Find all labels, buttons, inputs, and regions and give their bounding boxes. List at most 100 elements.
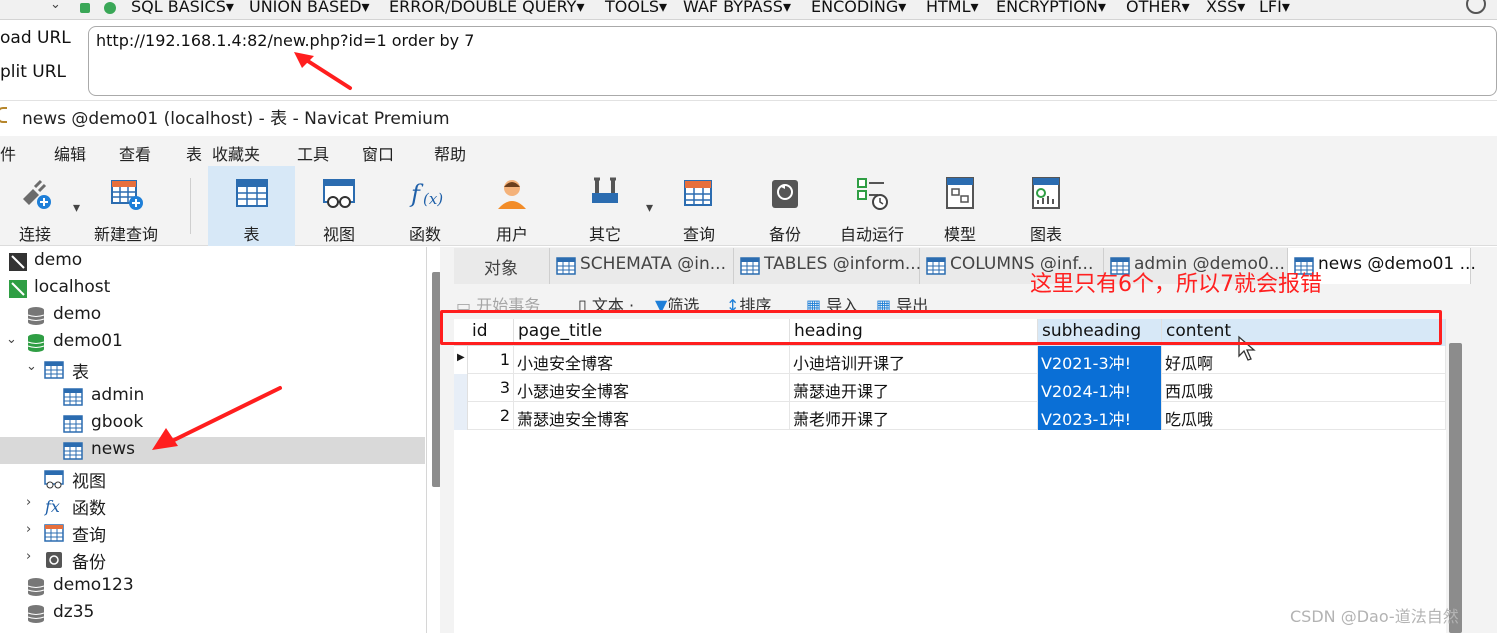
tree-item-queries[interactable]: › 查询	[0, 519, 425, 546]
chevron-right-icon[interactable]: ›	[26, 522, 31, 537]
green-dot-icon	[104, 2, 116, 14]
function-icon: f (x)	[409, 180, 443, 208]
table-icon	[740, 257, 760, 275]
cell-page-title[interactable]: 小迪安全博客	[514, 346, 790, 374]
row-selector[interactable]	[454, 402, 468, 430]
tree-item-label: demo	[53, 304, 102, 324]
hb-menu-other[interactable]: OTHER▾	[1126, 0, 1190, 16]
cell-content[interactable]: 好瓜啊	[1162, 346, 1446, 374]
row-selector[interactable]	[454, 374, 468, 402]
tree-item-localhost[interactable]: localhost	[0, 275, 425, 302]
row-selector[interactable]: ▶	[454, 346, 468, 374]
function-button[interactable]: f (x) 函数	[382, 166, 468, 246]
table-button[interactable]: 表	[208, 166, 295, 246]
menu-tools[interactable]: 工具	[297, 141, 329, 165]
tree-item-demo01[interactable]: ⌄ demo01	[0, 329, 425, 356]
other-button[interactable]: 其它	[562, 166, 648, 246]
connection-icon	[9, 253, 27, 271]
table-row[interactable]: ▶ 1 小迪安全博客 小迪培训开课了 V2021-3冲! 好瓜啊	[454, 346, 1446, 374]
svg-text:f: f	[409, 180, 424, 208]
database-icon	[27, 307, 45, 325]
chevron-down-icon[interactable]: ⌄	[26, 359, 37, 374]
backup-icon	[46, 552, 62, 568]
cell-id[interactable]: 2	[468, 402, 514, 430]
menu-window[interactable]: 窗口	[362, 141, 394, 165]
cell-subheading[interactable]: V2023-1冲!	[1038, 402, 1162, 430]
hb-menu-tools[interactable]: TOOLS▾	[605, 0, 667, 16]
backup-icon	[772, 180, 798, 208]
tree-item-dz35[interactable]: dz35	[0, 600, 425, 627]
database-icon	[27, 578, 45, 596]
split-url-button[interactable]: plit URL	[0, 62, 66, 82]
user-label: 用户	[495, 225, 528, 244]
menu-table[interactable]: 表	[186, 141, 202, 165]
grid-scrollbar[interactable]	[1449, 343, 1462, 633]
hb-menu-encoding[interactable]: ENCODING▾	[811, 0, 906, 16]
cell-id[interactable]: 3	[468, 374, 514, 402]
cell-heading[interactable]: 萧瑟迪开课了	[790, 374, 1038, 402]
cell-content[interactable]: 吃瓜哦	[1162, 402, 1446, 430]
cell-page-title[interactable]: 萧瑟迪安全博客	[514, 402, 790, 430]
chevron-right-icon[interactable]: ›	[26, 495, 31, 510]
chart-button[interactable]: 图表	[1003, 166, 1089, 246]
menu-file[interactable]: 件	[0, 141, 16, 165]
view-button[interactable]: 视图	[296, 166, 382, 246]
status-circle-icon[interactable]	[1466, 0, 1486, 14]
cell-subheading[interactable]: V2024-1冲!	[1038, 374, 1162, 402]
tab-schemata[interactable]: SCHEMATA @in...	[550, 248, 734, 284]
tree-item-functions[interactable]: › fx 函数	[0, 492, 425, 519]
tree-item-views[interactable]: 视图	[0, 465, 425, 492]
connect-dropdown-icon[interactable]: ▾	[73, 200, 80, 216]
cell-heading[interactable]: 小迪培训开课了	[790, 346, 1038, 374]
hb-menu-union-based[interactable]: UNION BASED▾	[249, 0, 370, 16]
menu-edit[interactable]: 编辑	[54, 141, 86, 165]
chevron-down-icon[interactable]: ⌄	[6, 332, 17, 347]
tree-item-backups[interactable]: › 备份	[0, 546, 425, 573]
menu-help[interactable]: 帮助	[434, 141, 466, 165]
tree-item-demo-db[interactable]: demo	[0, 302, 425, 329]
cell-heading[interactable]: 萧老师开课了	[790, 402, 1038, 430]
new-query-button[interactable]: 新建查询	[84, 166, 168, 246]
tree-item-demo-connection[interactable]: demo	[0, 248, 425, 275]
user-button[interactable]: 用户	[469, 166, 555, 246]
tree-item-label: demo	[34, 250, 83, 270]
hb-menu-error-double-query[interactable]: ERROR/DOUBLE QUERY▾	[389, 0, 584, 16]
table-label: 表	[243, 225, 260, 244]
hb-menu-encryption[interactable]: ENCRYPTION▾	[996, 0, 1106, 16]
hb-menu-xss[interactable]: XSS▾	[1206, 0, 1245, 16]
svg-text:(x): (x)	[423, 190, 443, 208]
window-title-bar: news @demo01 (localhost) - 表 - Navicat P…	[0, 100, 1497, 130]
cell-page-title[interactable]: 小瑟迪安全博客	[514, 374, 790, 402]
tree-item-tables[interactable]: ⌄ 表	[0, 356, 425, 383]
cell-id[interactable]: 1	[468, 346, 514, 374]
chevron-right-icon[interactable]: ›	[26, 549, 31, 564]
cell-subheading[interactable]: V2021-3冲!	[1038, 346, 1162, 374]
menu-favorites[interactable]: 收藏夹	[212, 141, 260, 165]
tab-objects[interactable]: 对象	[454, 248, 550, 284]
connect-button[interactable]: 连接	[0, 166, 70, 246]
backup-button[interactable]: 备份	[742, 166, 828, 246]
tab-tables[interactable]: TABLES @inform...	[734, 248, 921, 284]
chevron-down-icon[interactable]: ⌄	[50, 0, 61, 12]
table-folder-icon	[44, 361, 64, 379]
autorun-button[interactable]: 自动运行	[828, 166, 916, 246]
chart-icon	[1032, 177, 1060, 209]
tree-item-demo123[interactable]: demo123	[0, 573, 425, 600]
hb-menu-waf-bypass[interactable]: WAF BYPASS▾	[683, 0, 791, 16]
query-button[interactable]: 查询	[656, 166, 742, 246]
table-row[interactable]: 2 萧瑟迪安全博客 萧老师开课了 V2023-1冲! 吃瓜哦	[454, 402, 1446, 430]
tree-item-label: 函数	[72, 499, 106, 519]
hb-menu-sql-basics[interactable]: SQL BASICS▾	[131, 0, 234, 16]
hb-menu-html[interactable]: HTML▾	[926, 0, 979, 16]
load-url-button[interactable]: oad URL	[0, 28, 71, 48]
tree-item-label: demo123	[53, 575, 134, 595]
autorun-label: 自动运行	[839, 225, 904, 244]
hb-menu-lfi[interactable]: LFI▾	[1259, 0, 1290, 16]
cell-content[interactable]: 西瓜哦	[1162, 374, 1446, 402]
other-dropdown-icon[interactable]: ▾	[646, 200, 653, 216]
table-row[interactable]: 3 小瑟迪安全博客 萧瑟迪开课了 V2024-1冲! 西瓜哦	[454, 374, 1446, 402]
model-button[interactable]: 模型	[917, 166, 1003, 246]
hackbar-menu: ⌄ SQL BASICS▾ UNION BASED▾ ERROR/DOUBLE …	[0, 0, 1497, 20]
menu-view[interactable]: 查看	[119, 141, 151, 165]
window-title: news @demo01 (localhost) - 表 - Navicat P…	[22, 109, 450, 129]
